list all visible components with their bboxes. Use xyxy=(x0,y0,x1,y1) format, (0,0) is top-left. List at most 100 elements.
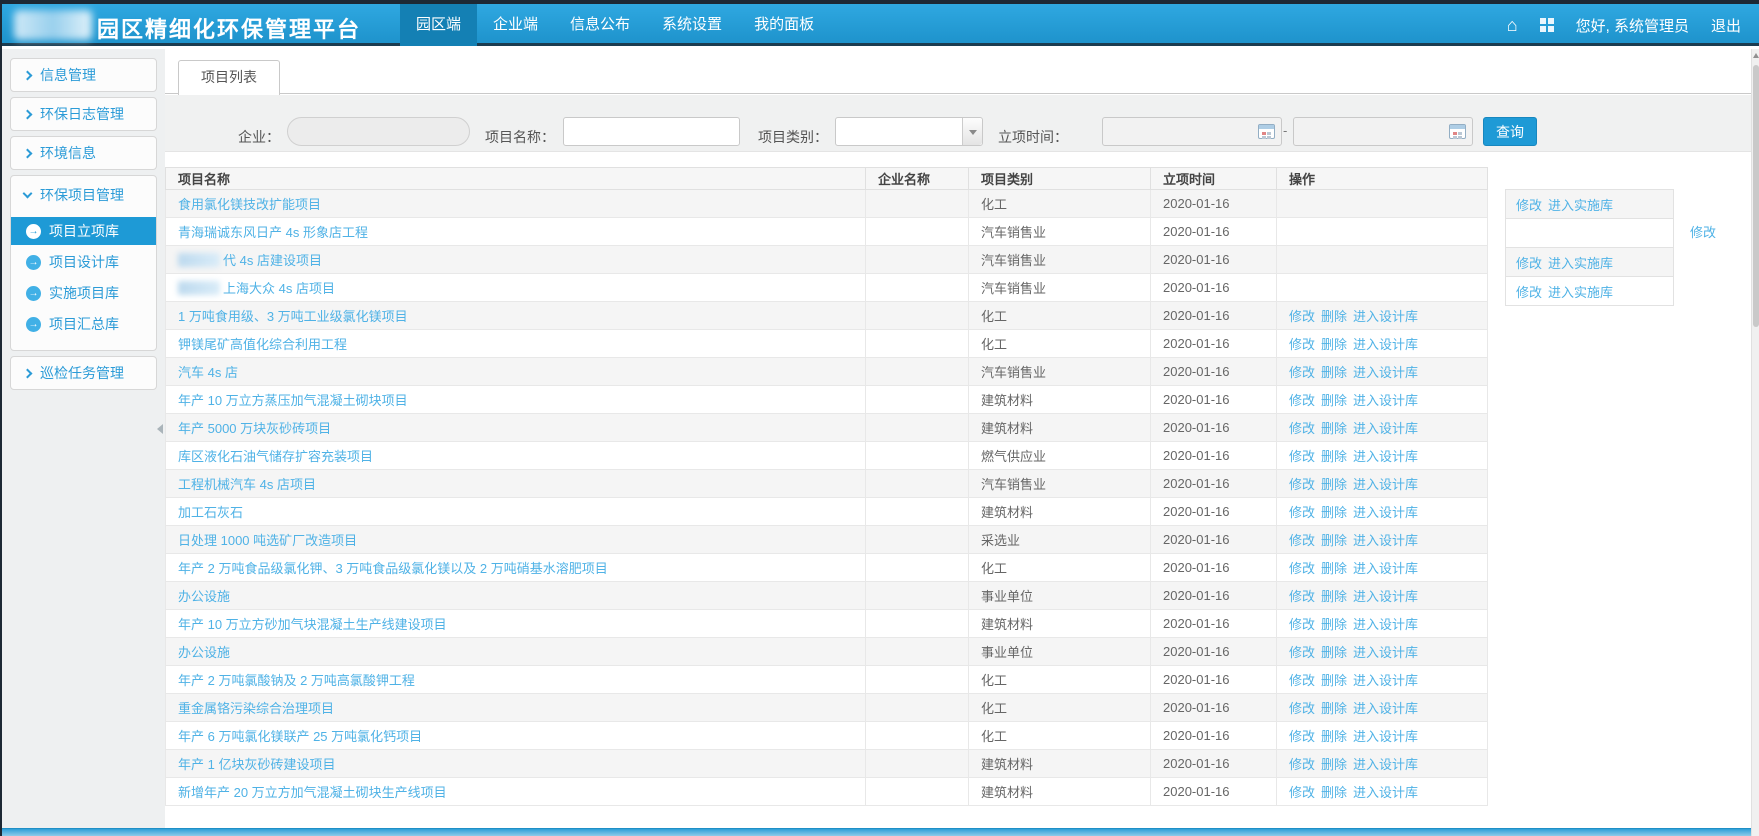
action-link[interactable]: 进入设计库 xyxy=(1353,309,1418,324)
scrollbar-thumb[interactable] xyxy=(1753,65,1759,327)
action-link[interactable]: 修改 xyxy=(1516,253,1542,272)
action-link[interactable]: 修改 xyxy=(1289,421,1315,436)
project-name-link[interactable]: 年产 2 万吨食品级氯化钾、3 万吨食品级氯化镁以及 2 万吨硝基水溶肥项目 xyxy=(178,561,608,576)
project-name-link[interactable]: 重金属铬污染综合治理项目 xyxy=(178,701,334,716)
action-link[interactable]: 删除 xyxy=(1321,505,1347,520)
sidebar-group-4[interactable]: 巡检任务管理 xyxy=(11,357,156,389)
grid-icon[interactable] xyxy=(1540,18,1554,32)
project-name-link[interactable]: 办公设施 xyxy=(178,645,230,660)
action-link[interactable]: 修改 xyxy=(1690,225,1716,240)
home-icon[interactable]: ⌂ xyxy=(1507,16,1518,34)
tab-project-list[interactable]: 项目列表 xyxy=(178,60,280,95)
action-link[interactable]: 删除 xyxy=(1321,561,1347,576)
logout-link[interactable]: 退出 xyxy=(1711,15,1741,36)
project-name-link[interactable]: 年产 1 亿块灰砂砖建设项目 xyxy=(178,757,335,772)
project-name-link[interactable]: 工程机械汽车 4s 店项目 xyxy=(178,477,316,492)
action-link[interactable]: 进入设计库 xyxy=(1353,673,1418,688)
project-name-link[interactable]: 1 万吨食用级、3 万吨工业级氯化镁项目 xyxy=(178,309,408,324)
action-link[interactable]: 进入设计库 xyxy=(1353,757,1418,772)
project-name-link[interactable]: 年产 5000 万块灰砂砖项目 xyxy=(178,421,331,436)
action-link[interactable]: 修改 xyxy=(1289,673,1315,688)
action-link[interactable]: 进入设计库 xyxy=(1353,589,1418,604)
scroll-up-icon[interactable] xyxy=(1753,53,1759,58)
action-link[interactable]: 删除 xyxy=(1321,673,1347,688)
nav-item-0[interactable]: 园区端 xyxy=(400,4,477,46)
action-link[interactable]: 进入设计库 xyxy=(1353,645,1418,660)
nav-item-1[interactable]: 企业端 xyxy=(477,4,554,46)
project-name-link[interactable]: 办公设施 xyxy=(178,589,230,604)
project-name-link[interactable]: 加工石灰石 xyxy=(178,505,243,520)
action-link[interactable]: 修改 xyxy=(1289,785,1315,800)
action-link[interactable]: 修改 xyxy=(1289,561,1315,576)
action-link[interactable]: 删除 xyxy=(1321,701,1347,716)
nav-item-4[interactable]: 我的面板 xyxy=(738,4,830,46)
action-link[interactable]: 删除 xyxy=(1321,617,1347,632)
action-link[interactable]: 删除 xyxy=(1321,533,1347,548)
action-link[interactable]: 删除 xyxy=(1321,365,1347,380)
company-input[interactable] xyxy=(288,118,470,145)
action-link[interactable]: 修改 xyxy=(1289,309,1315,324)
sidebar-item-3-2[interactable]: →实施项目库 xyxy=(11,279,156,307)
project-name-link[interactable]: 年产 6 万吨氯化镁联产 25 万吨氯化钙项目 xyxy=(178,729,422,744)
project-name-link[interactable]: 年产 2 万吨氯酸钠及 2 万吨高氯酸钾工程 xyxy=(178,673,415,688)
project-name-link[interactable]: 上海大众 4s 店项目 xyxy=(223,281,335,296)
sidebar-group-0[interactable]: 信息管理 xyxy=(11,59,156,91)
action-link[interactable]: 修改 xyxy=(1289,701,1315,716)
action-link[interactable]: 修改 xyxy=(1289,505,1315,520)
action-link[interactable]: 进入设计库 xyxy=(1353,729,1418,744)
action-link[interactable]: 进入设计库 xyxy=(1353,477,1418,492)
vertical-scrollbar[interactable] xyxy=(1751,49,1759,836)
action-link[interactable]: 删除 xyxy=(1321,729,1347,744)
action-link[interactable]: 删除 xyxy=(1321,393,1347,408)
calendar-icon[interactable] xyxy=(1258,124,1275,139)
project-name-link[interactable]: 钾镁尾矿高值化综合利用工程 xyxy=(178,337,347,352)
sidebar-group-3[interactable]: 环保项目管理 xyxy=(11,176,156,214)
project-name-link[interactable]: 新增年产 20 万立方加气混凝土砌块生产线项目 xyxy=(178,785,447,800)
action-link[interactable]: 删除 xyxy=(1321,337,1347,352)
sidebar-group-2[interactable]: 环境信息 xyxy=(11,137,156,169)
action-link[interactable]: 修改 xyxy=(1289,393,1315,408)
project-name-link[interactable]: 年产 10 万立方蒸压加气混凝土砌块项目 xyxy=(178,393,408,408)
action-link[interactable]: 进入实施库 xyxy=(1548,195,1613,214)
action-link[interactable]: 进入实施库 xyxy=(1548,282,1613,301)
action-link[interactable]: 进入设计库 xyxy=(1353,533,1418,548)
action-link[interactable]: 进入设计库 xyxy=(1353,337,1418,352)
action-link[interactable]: 修改 xyxy=(1289,449,1315,464)
action-link[interactable]: 删除 xyxy=(1321,421,1347,436)
project-name-input[interactable] xyxy=(563,117,740,146)
action-link[interactable]: 修改 xyxy=(1289,337,1315,352)
action-link[interactable]: 修改 xyxy=(1289,757,1315,772)
action-link[interactable]: 删除 xyxy=(1321,477,1347,492)
project-name-link[interactable]: 代 4s 店建设项目 xyxy=(223,253,322,268)
action-link[interactable]: 进入设计库 xyxy=(1353,561,1418,576)
action-link[interactable]: 修改 xyxy=(1289,533,1315,548)
action-link[interactable]: 删除 xyxy=(1321,785,1347,800)
action-link[interactable]: 删除 xyxy=(1321,757,1347,772)
action-link[interactable]: 修改 xyxy=(1289,617,1315,632)
action-link[interactable]: 删除 xyxy=(1321,645,1347,660)
action-link[interactable]: 进入设计库 xyxy=(1353,393,1418,408)
action-link[interactable]: 修改 xyxy=(1289,729,1315,744)
query-button[interactable]: 查询 xyxy=(1483,117,1537,146)
date-to-input[interactable] xyxy=(1293,117,1473,146)
sidebar-item-3-1[interactable]: →项目设计库 xyxy=(11,248,156,276)
action-link[interactable]: 进入设计库 xyxy=(1353,505,1418,520)
project-name-link[interactable]: 库区液化石油气储存扩容充装项目 xyxy=(178,449,373,464)
calendar-icon[interactable] xyxy=(1449,124,1466,139)
sidebar-item-3-3[interactable]: →项目汇总库 xyxy=(11,310,156,338)
action-link[interactable]: 删除 xyxy=(1321,449,1347,464)
action-link[interactable]: 修改 xyxy=(1516,195,1542,214)
action-link[interactable]: 删除 xyxy=(1321,309,1347,324)
project-name-link[interactable]: 日处理 1000 吨选矿厂改造项目 xyxy=(178,533,357,548)
action-link[interactable]: 进入设计库 xyxy=(1353,785,1418,800)
action-link[interactable]: 修改 xyxy=(1289,589,1315,604)
action-link[interactable]: 修改 xyxy=(1289,645,1315,660)
date-from-input[interactable] xyxy=(1102,117,1282,146)
category-select[interactable] xyxy=(835,117,983,146)
action-link[interactable]: 进入设计库 xyxy=(1353,365,1418,380)
action-link[interactable]: 修改 xyxy=(1289,365,1315,380)
project-name-link[interactable]: 汽车 4s 店 xyxy=(178,365,238,380)
action-link[interactable]: 进入设计库 xyxy=(1353,449,1418,464)
action-link[interactable]: 进入实施库 xyxy=(1548,253,1613,272)
action-link[interactable]: 进入设计库 xyxy=(1353,421,1418,436)
